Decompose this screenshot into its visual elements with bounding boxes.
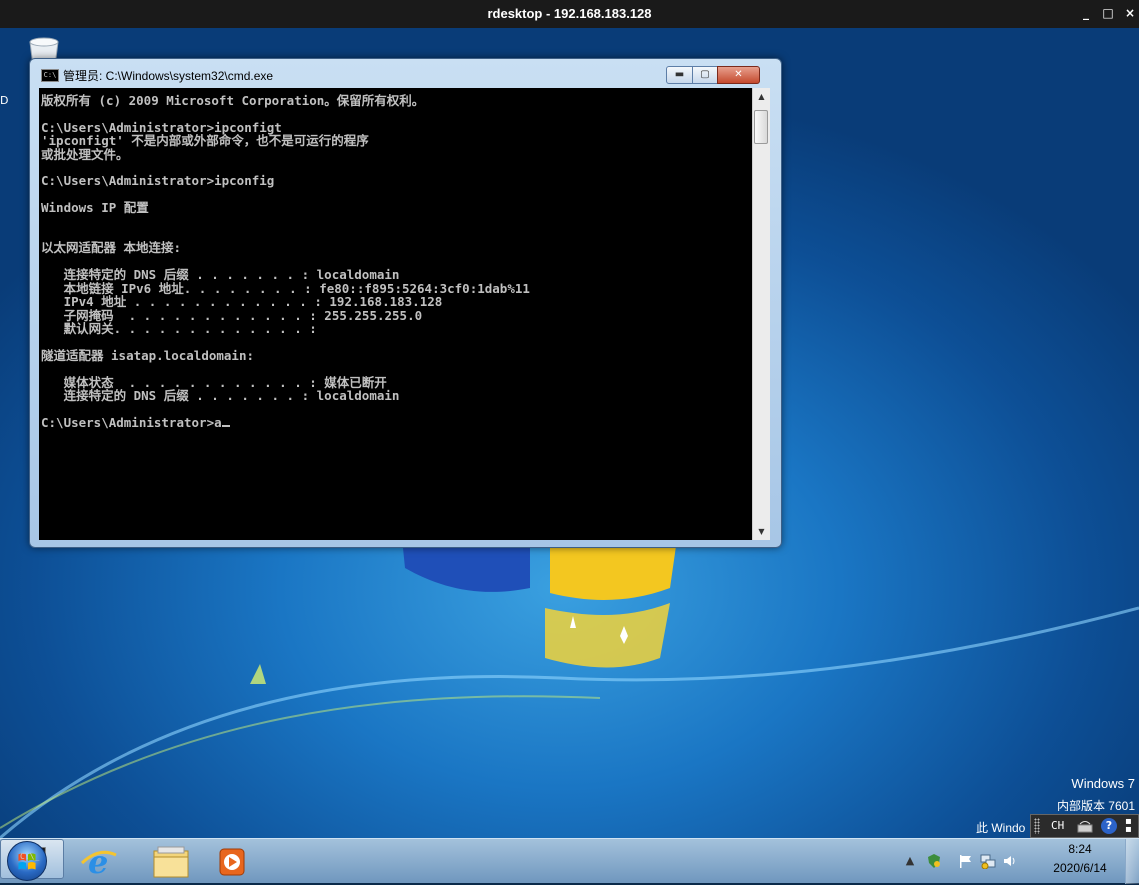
- vertical-scrollbar[interactable]: ▲ ▼: [752, 88, 770, 540]
- windows-flag-icon: [18, 853, 36, 870]
- keyboard-icon[interactable]: [1077, 819, 1093, 833]
- network-icon[interactable]: [980, 853, 996, 869]
- console-line: 以太网适配器 本地连接:: [41, 240, 182, 256]
- rdesktop-minimize-button[interactable]: _: [1078, 5, 1094, 21]
- console-line: 连接特定的 DNS 后缀 . . . . . . . : localdomain: [63, 387, 400, 403]
- language-bar-grip[interactable]: [1034, 818, 1040, 834]
- maximize-button[interactable]: ▢: [692, 66, 718, 84]
- console-text: 版权所有 (c) 2009 Microsoft Corporation。保留所有…: [41, 94, 530, 429]
- help-icon[interactable]: ?: [1101, 818, 1117, 834]
- console-prompt-line: C:\Users\Administrator>a: [41, 414, 222, 430]
- internet-explorer-button[interactable]: e: [72, 841, 126, 881]
- rdesktop-maximize-button[interactable]: □: [1100, 5, 1116, 21]
- windows-watermark-notice: 此 Windo: [976, 821, 1026, 835]
- speaker-icon[interactable]: [1002, 853, 1018, 869]
- console-lines: 版权所有 (c) 2009 Microsoft Corporation。保留所有…: [41, 93, 530, 403]
- console-line: 或批处理文件。: [41, 146, 129, 162]
- windows-start-orb-icon[interactable]: [7, 841, 47, 881]
- folder-icon: [153, 846, 189, 878]
- minimize-button[interactable]: ▬: [666, 66, 693, 84]
- console-line: Windows IP 配置: [41, 200, 149, 216]
- scroll-down-button[interactable]: ▼: [753, 523, 770, 540]
- cmd-titlebar[interactable]: C:\ 管理员: C:\Windows\system32\cmd.exe ▬ ▢…: [30, 59, 781, 87]
- media-player-icon: [219, 848, 245, 876]
- windows-watermark-build: 内部版本 7601: [1056, 799, 1135, 811]
- rdesktop-titlebar[interactable]: rdesktop - 192.168.183.128 _ □ ×: [0, 0, 1139, 28]
- desktop-icon-label[interactable]: D: [0, 94, 8, 108]
- taskbar: e C:\_ ▲ 8:24 2020/6/14: [0, 838, 1139, 884]
- security-shield-icon[interactable]: [926, 853, 942, 869]
- clock-date[interactable]: 2020/6/14: [1050, 861, 1110, 875]
- windows-explorer-button[interactable]: [146, 841, 200, 881]
- rdesktop-close-button[interactable]: ×: [1122, 5, 1138, 21]
- internet-explorer-icon: e: [80, 843, 117, 881]
- cmd-window[interactable]: C:\ 管理员: C:\Windows\system32\cmd.exe ▬ ▢…: [29, 58, 782, 548]
- text-cursor: [221, 424, 230, 427]
- rdesktop-title: rdesktop - 192.168.183.128: [487, 6, 652, 21]
- console-line: 隧道适配器 isatap.localdomain:: [41, 347, 255, 363]
- language-bar[interactable]: CH ? ▪ ▪: [1030, 814, 1139, 838]
- flag-icon[interactable]: [958, 853, 974, 869]
- cmd-window-title: 管理员: C:\Windows\system32\cmd.exe: [63, 69, 274, 83]
- console-line: C:\Users\Administrator>ipconfig: [41, 173, 275, 189]
- command-prompt-icon[interactable]: C:\: [41, 69, 59, 82]
- media-player-button[interactable]: [208, 841, 262, 881]
- show-desktop-button[interactable]: [1125, 839, 1139, 884]
- windows-watermark-version: Windows 7: [1071, 776, 1135, 791]
- close-button[interactable]: ✕: [717, 66, 760, 84]
- svg-text:e: e: [88, 843, 108, 881]
- console-line: 默认网关. . . . . . . . . . . . . :: [63, 320, 317, 336]
- console-output[interactable]: 版权所有 (c) 2009 Microsoft Corporation。保留所有…: [39, 88, 752, 540]
- scrollbar-thumb[interactable]: [754, 110, 768, 144]
- cmd-taskbar-label: C:\_: [20, 852, 40, 861]
- console-line: 版权所有 (c) 2009 Microsoft Corporation。保留所有…: [41, 93, 425, 108]
- language-indicator[interactable]: CH: [1051, 819, 1064, 832]
- language-bar-options-button[interactable]: ▪ ▪: [1125, 817, 1138, 835]
- scroll-up-button[interactable]: ▲: [753, 88, 770, 105]
- clock-time[interactable]: 8:24: [1050, 842, 1110, 856]
- show-hidden-icons-button[interactable]: ▲: [902, 853, 918, 869]
